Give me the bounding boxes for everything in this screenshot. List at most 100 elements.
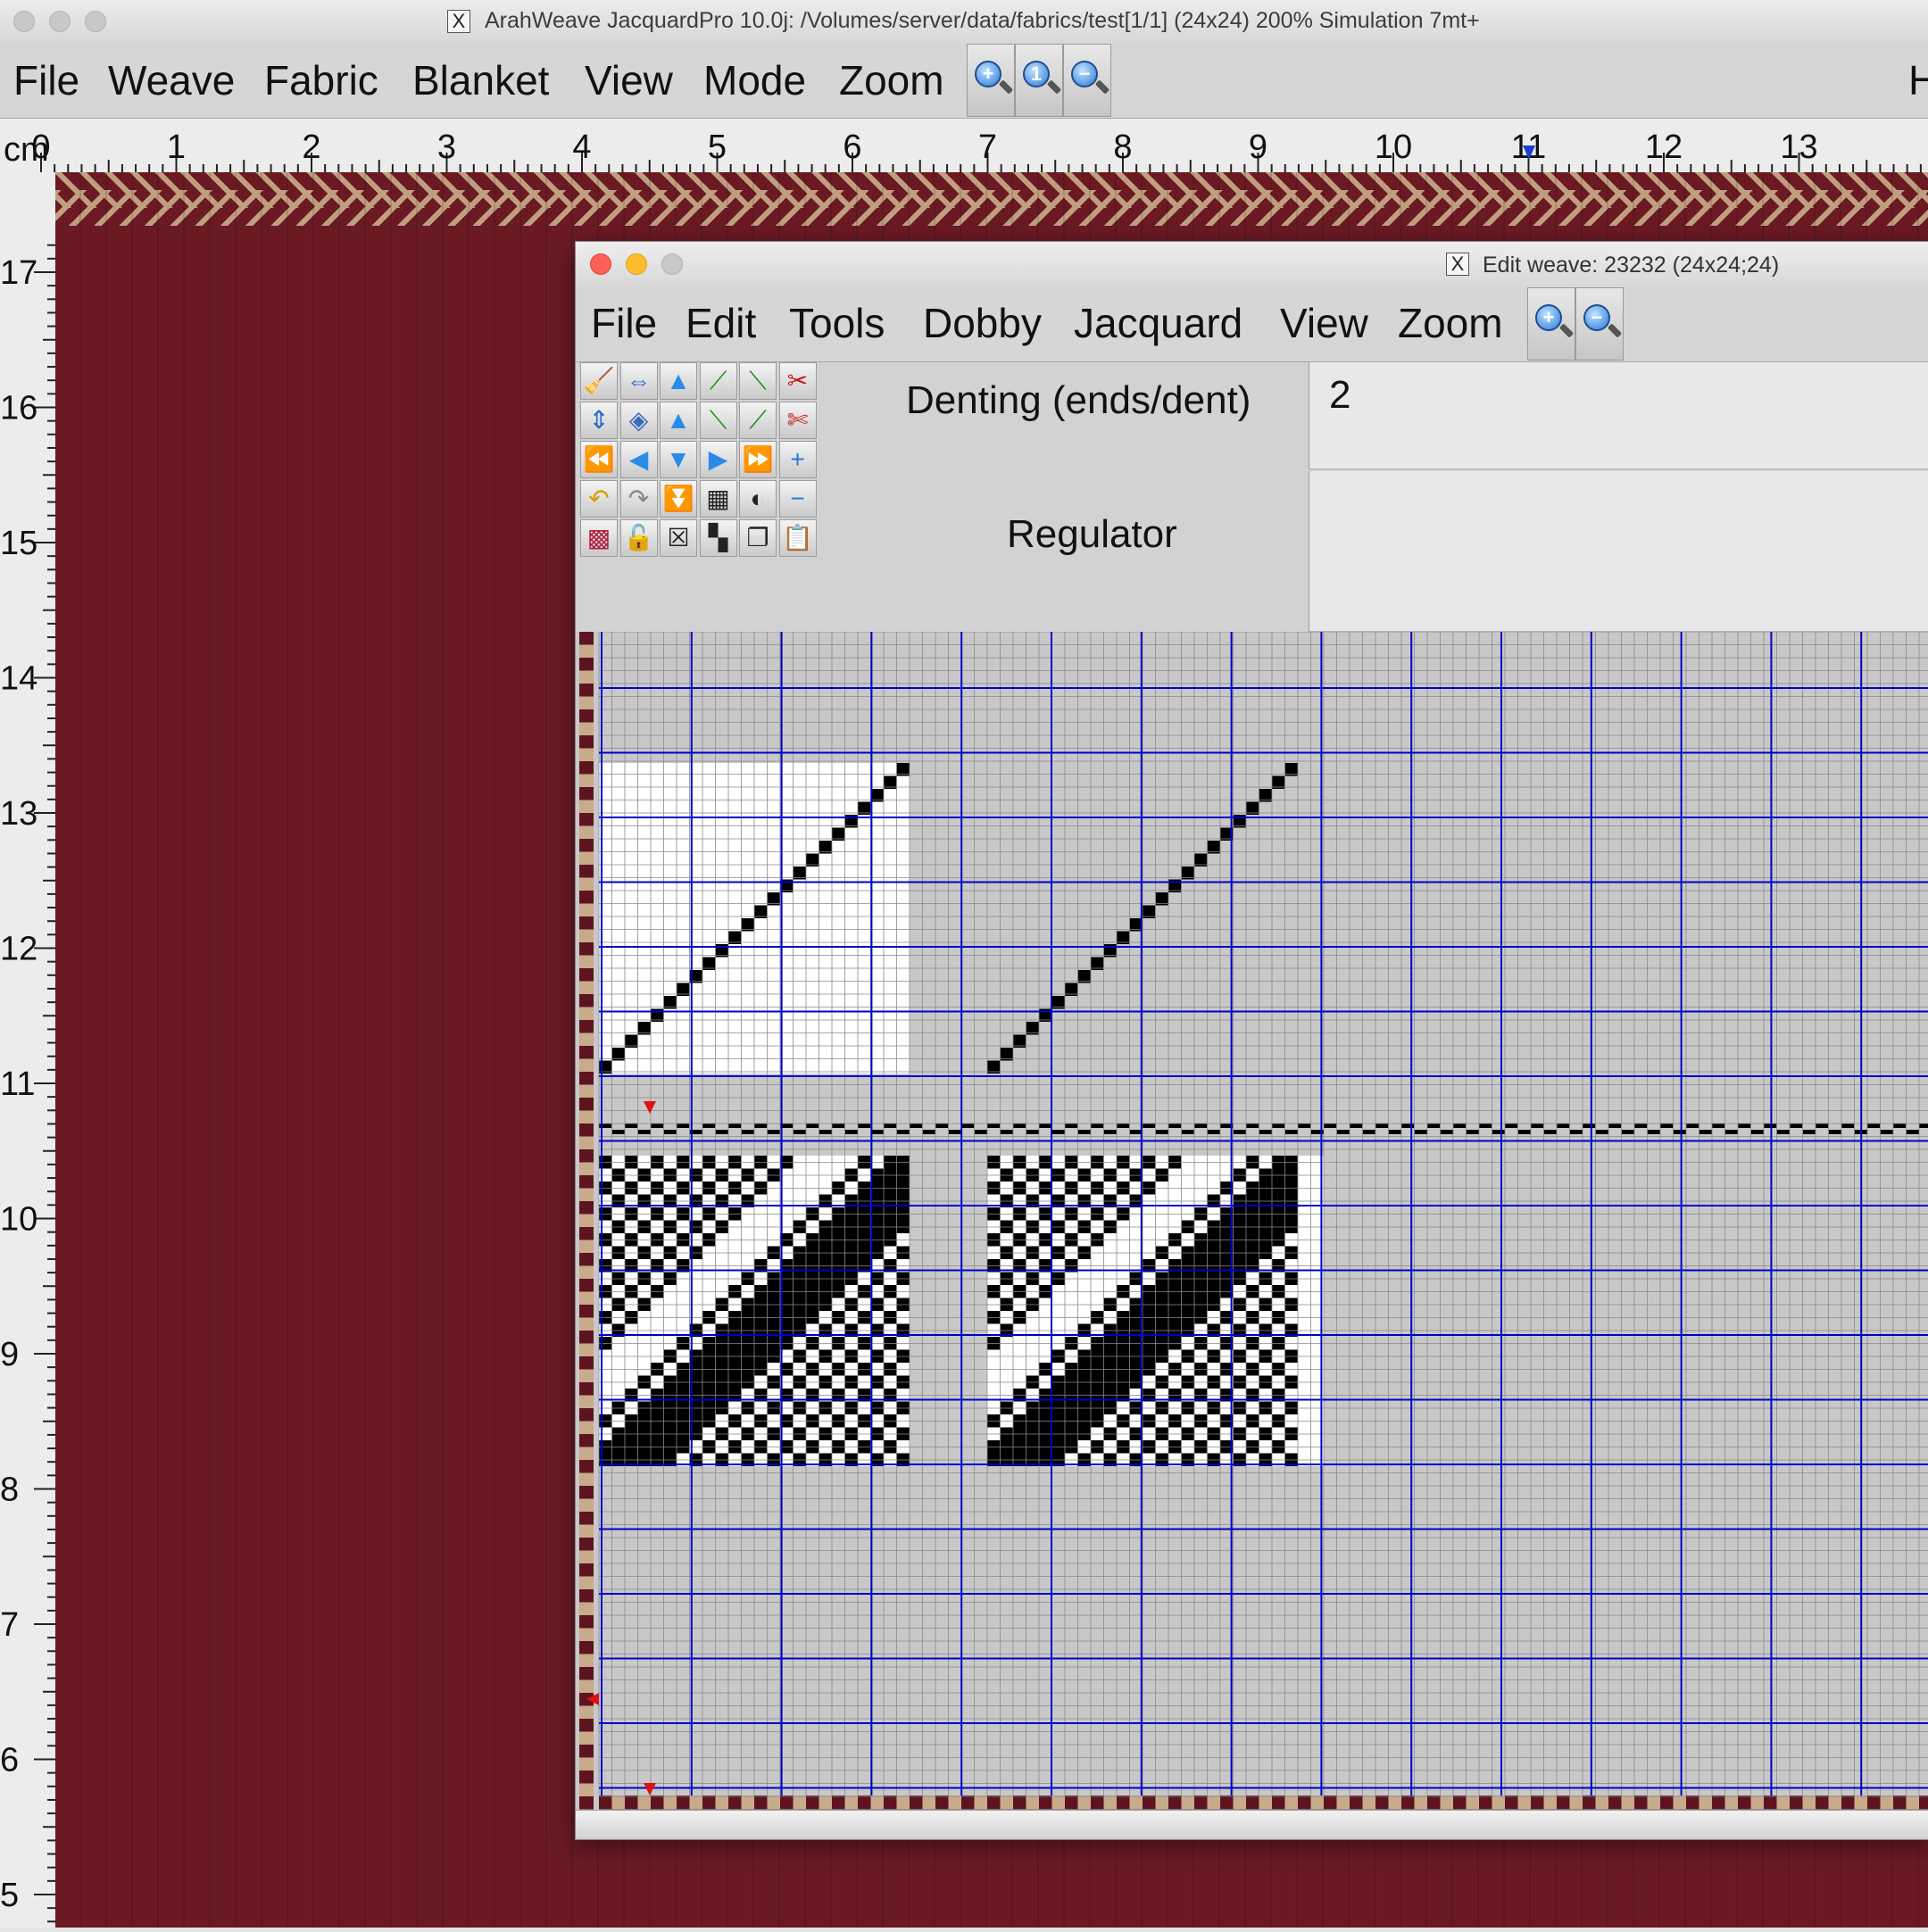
shift-right-button[interactable]: ▶ bbox=[699, 441, 737, 478]
cut-pattern-button[interactable]: ✄ bbox=[778, 402, 817, 439]
ruler-tick-label: 6 bbox=[843, 129, 861, 166]
redo-button[interactable]: ↷ bbox=[619, 480, 658, 518]
add-button[interactable]: + bbox=[778, 441, 817, 478]
shift-down-button[interactable]: ▼ bbox=[660, 441, 697, 478]
ruler-tick-label: 17 bbox=[0, 254, 37, 292]
shift-up-button[interactable]: ▲ bbox=[660, 362, 697, 400]
weave-toolbox: 🧹 ⇔ ▲ ⟋ ⟍ ✂ ⇕ ◈ ▲ ⟍ ⟋ ✄ ⏪ ◀ ▼ ▶ ⏩ + ↶ ↷ ⏬ ▦ ◐ − ▩ 🔓 ☒ ▚ ❐ 📋 Denting (… bbox=[576, 362, 1928, 632]
menu-view[interactable]: View bbox=[585, 56, 673, 104]
fit-height-button[interactable]: ⇕ bbox=[580, 402, 618, 439]
denting-label: Denting (ends/dent) bbox=[906, 378, 1251, 422]
lock-button[interactable]: 🔓 bbox=[619, 519, 658, 557]
ew-menu-file[interactable]: File bbox=[591, 299, 657, 347]
vertical-ruler: 17 16 15 14 13 12 11 10 9 8 7 6 5 bbox=[0, 172, 55, 1928]
menu-zoom[interactable]: Zoom bbox=[839, 56, 944, 104]
steep-twill-down-button[interactable]: ⟍ bbox=[699, 402, 737, 439]
ew-menu-dobby[interactable]: Dobby bbox=[923, 299, 1042, 347]
steep-twill-up-button[interactable]: ⟋ bbox=[739, 402, 777, 439]
app-title-bar: X ArahWeave JacquardPro 10.0j: /Volumes/… bbox=[0, 0, 1928, 44]
ew-menu-view[interactable]: View bbox=[1280, 299, 1368, 347]
close-button[interactable] bbox=[13, 11, 35, 32]
ruler-tick-label: 10 bbox=[0, 1201, 37, 1239]
ew-menu-edit[interactable]: Edit bbox=[686, 299, 756, 347]
main-menu-bar: File Weave Fabric Blanket View Mode Zoom… bbox=[0, 43, 1928, 119]
remove-icon: − bbox=[790, 485, 805, 512]
minimize-button[interactable] bbox=[49, 11, 71, 32]
ruler-tick-label: 16 bbox=[0, 390, 37, 427]
menu-help-cut[interactable]: H bbox=[1908, 56, 1928, 104]
shift-left-icon: ◀ bbox=[628, 445, 649, 473]
regulator-field[interactable] bbox=[1309, 471, 1928, 632]
ew-menu-jacquard[interactable]: Jacquard bbox=[1074, 299, 1242, 347]
zoom-reset-button[interactable]: 1 bbox=[1015, 44, 1063, 117]
menu-fabric[interactable]: Fabric bbox=[264, 56, 378, 104]
move-up-button[interactable]: ▲ bbox=[660, 402, 697, 439]
denting-value: 2 bbox=[1329, 373, 1351, 417]
ruler-tick-label: 11 bbox=[0, 1066, 35, 1103]
clear-button[interactable]: ☒ bbox=[660, 519, 697, 557]
denting-field[interactable]: 2 bbox=[1309, 362, 1928, 469]
menu-weave[interactable]: Weave bbox=[108, 56, 235, 104]
copy-button[interactable]: ❐ bbox=[739, 519, 777, 557]
zoom-window-button[interactable] bbox=[661, 253, 683, 275]
color-weave-button[interactable]: ▩ bbox=[580, 519, 618, 557]
ew-zoom-out-button[interactable]: − bbox=[1575, 287, 1624, 361]
paste-button[interactable]: 📋 bbox=[778, 519, 817, 557]
undo-button[interactable]: ↶ bbox=[580, 480, 618, 518]
shift-left-button[interactable]: ◀ bbox=[619, 441, 658, 478]
fit-width-icon: ⇔ bbox=[626, 367, 652, 394]
zoom-reset-icon: 1 bbox=[1023, 61, 1050, 87]
broom-button[interactable]: 🧹 bbox=[580, 362, 618, 400]
invert-button[interactable]: ◐ bbox=[739, 480, 777, 518]
minimize-button[interactable] bbox=[626, 253, 647, 275]
ruler-tick-label: 8 bbox=[1113, 129, 1132, 166]
zoom-window-button[interactable] bbox=[85, 11, 106, 32]
fit-width-button[interactable]: ⇔ bbox=[619, 362, 658, 400]
paint-bucket-button[interactable]: ◈ bbox=[619, 402, 658, 439]
shift-down-icon: ▼ bbox=[666, 445, 691, 473]
zoom-out-icon: − bbox=[1071, 61, 1098, 87]
cut-button[interactable]: ✂ bbox=[778, 362, 817, 400]
menu-file[interactable]: File bbox=[13, 56, 79, 104]
zoom-in-button[interactable]: + bbox=[967, 44, 1015, 117]
ruler-tick-label: 2 bbox=[302, 129, 320, 166]
redo-icon: ↷ bbox=[627, 485, 650, 512]
x11-icon: X bbox=[447, 10, 470, 33]
checker-large-button[interactable]: ▚ bbox=[699, 519, 737, 557]
zoom-out-button[interactable]: − bbox=[1063, 44, 1111, 117]
checker-small-button[interactable]: ▦ bbox=[699, 480, 737, 518]
ruler-tick-label: 9 bbox=[1249, 129, 1267, 166]
zoom-in-icon: + bbox=[975, 61, 1001, 87]
twill-right-button[interactable]: ⟋ bbox=[699, 362, 737, 400]
ew-menu-tools[interactable]: Tools bbox=[789, 299, 885, 347]
checker-large-icon: ▚ bbox=[708, 524, 728, 551]
move-down-button[interactable]: ⏬ bbox=[660, 480, 697, 518]
ruler-tick-label: 15 bbox=[0, 525, 37, 562]
close-button[interactable] bbox=[590, 253, 611, 275]
horizontal-ruler: 012345678910111213 cm bbox=[0, 119, 1928, 172]
twill-left-button[interactable]: ⟍ bbox=[739, 362, 777, 400]
ruler-tick-label: 12 bbox=[0, 931, 37, 968]
ruler-ticks: 012345678910111213 bbox=[31, 129, 1922, 172]
twill-left-icon: ⟍ bbox=[749, 367, 767, 394]
ew-zoom-in-button[interactable]: + bbox=[1527, 287, 1575, 361]
twill-right-icon: ⟋ bbox=[709, 367, 727, 394]
shift-far-right-button[interactable]: ⏩ bbox=[739, 441, 777, 478]
ruler-tick-label: 3 bbox=[437, 129, 456, 166]
paint-bucket-icon: ◈ bbox=[628, 406, 649, 434]
menu-blanket[interactable]: Blanket bbox=[412, 56, 549, 104]
ew-menu-zoom[interactable]: Zoom bbox=[1398, 299, 1503, 347]
copy-icon: ❐ bbox=[746, 524, 769, 551]
weave-grid[interactable] bbox=[576, 632, 1928, 1810]
remove-button[interactable]: − bbox=[778, 480, 817, 518]
edit-weave-title-bar: X Edit weave: 23232 (24x24;24) bbox=[576, 242, 1928, 287]
edit-weave-window: X Edit weave: 23232 (24x24;24) File Edit… bbox=[575, 241, 1928, 1840]
shift-far-left-button[interactable]: ⏪ bbox=[580, 441, 618, 478]
shift-far-right-icon: ⏩ bbox=[742, 445, 774, 473]
x11-icon: X bbox=[1446, 253, 1469, 276]
menu-mode[interactable]: Mode bbox=[703, 56, 806, 104]
horizontal-scrollbar[interactable] bbox=[576, 1810, 1928, 1837]
clear-icon: ☒ bbox=[667, 524, 690, 551]
steep-twill-up-icon: ⟋ bbox=[749, 406, 767, 434]
ruler-tick-label: 7 bbox=[978, 129, 997, 166]
